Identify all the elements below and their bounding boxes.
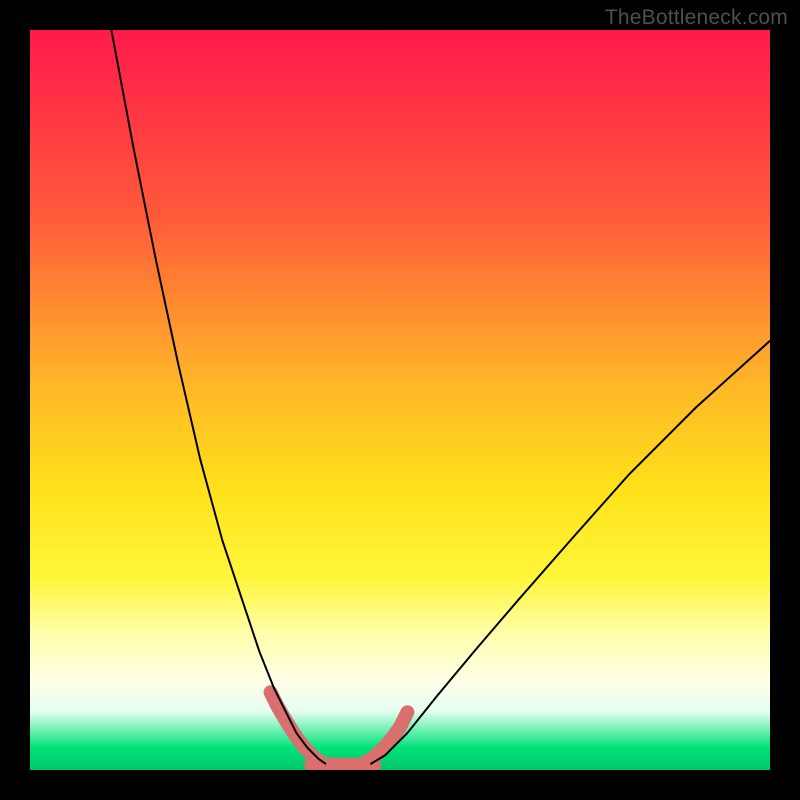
outer-frame: TheBottleneck.com bbox=[0, 0, 800, 800]
curve-right bbox=[370, 341, 770, 764]
plot-area bbox=[30, 30, 770, 770]
watermark-text: TheBottleneck.com bbox=[605, 6, 788, 30]
curve-left bbox=[111, 30, 326, 764]
chart-svg bbox=[30, 30, 770, 770]
pink-band-left bbox=[271, 692, 323, 763]
